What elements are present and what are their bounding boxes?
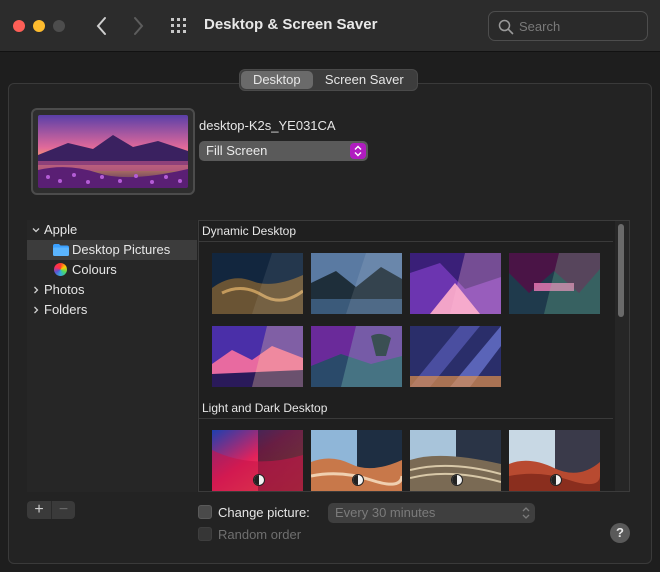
title-bar: Desktop & Screen Saver	[0, 0, 660, 52]
sidebar-item-label: Folders	[44, 302, 88, 317]
random-order-label: Random order	[218, 527, 302, 542]
wallpaper-thumbnail[interactable]	[509, 253, 600, 314]
chevron-right-icon[interactable]	[32, 286, 40, 294]
sidebar-item-label: Colours	[72, 262, 117, 277]
chevron-right-icon[interactable]	[32, 306, 40, 314]
wallpaper-thumbnail[interactable]	[311, 326, 402, 387]
scrollbar-thumb[interactable]	[618, 224, 624, 317]
tab-desktop[interactable]: Desktop	[241, 71, 313, 89]
sidebar-item-apple[interactable]: Apple	[27, 220, 197, 240]
search-input[interactable]	[519, 17, 639, 35]
close-window-button[interactable]	[13, 20, 25, 32]
wallpaper-thumbnail[interactable]	[410, 326, 501, 387]
back-button[interactable]	[90, 14, 114, 38]
change-picture-label: Change picture:	[218, 505, 310, 520]
section-title-light-dark-desktop: Light and Dark Desktop	[202, 401, 328, 415]
tab-switcher: Desktop Screen Saver	[239, 69, 418, 91]
search-field[interactable]	[488, 11, 648, 41]
source-sidebar: Apple Desktop Pictures Colours Photos Fo…	[27, 220, 197, 492]
wallpaper-thumbnail[interactable]	[311, 253, 402, 314]
wallpaper-grid: Dynamic Desktop Light and Dark Desktop	[198, 220, 630, 492]
up-down-arrows-icon	[350, 143, 366, 159]
wallpaper-thumbnail[interactable]	[311, 430, 402, 491]
light-dark-icon	[352, 474, 364, 486]
wallpaper-thumbnail[interactable]	[509, 430, 600, 491]
change-picture-checkbox[interactable]	[198, 505, 212, 519]
forward-button[interactable]	[126, 14, 150, 38]
sidebar-item-label: Photos	[44, 282, 85, 297]
minimize-window-button[interactable]	[33, 20, 45, 32]
section-divider	[199, 241, 613, 242]
chevron-down-icon[interactable]	[32, 226, 40, 234]
sidebar-item-folders[interactable]: Folders	[27, 300, 197, 320]
fit-mode-popup[interactable]: Fill Screen	[199, 141, 368, 161]
light-dark-icon	[550, 474, 562, 486]
add-remove-control: + −	[27, 501, 75, 519]
section-title-dynamic-desktop: Dynamic Desktop	[202, 224, 297, 238]
light-dark-icon	[451, 474, 463, 486]
show-all-button[interactable]	[170, 17, 190, 35]
tab-screen-saver[interactable]: Screen Saver	[313, 71, 416, 89]
wallpaper-thumbnail[interactable]	[212, 253, 303, 314]
section-divider	[199, 418, 613, 419]
random-order-checkbox[interactable]	[198, 527, 212, 541]
zoom-window-button[interactable]	[53, 20, 65, 32]
remove-folder-button[interactable]: −	[51, 501, 75, 519]
up-down-arrows-icon	[522, 507, 530, 519]
change-interval-popup[interactable]: Every 30 minutes	[328, 503, 535, 523]
wallpaper-thumbnail[interactable]	[212, 430, 303, 491]
folder-icon	[53, 244, 69, 256]
change-interval-value: Every 30 minutes	[335, 505, 436, 520]
colour-wheel-icon	[54, 263, 67, 276]
search-icon	[498, 19, 514, 35]
sidebar-item-label: Apple	[44, 222, 78, 237]
wallpaper-file-name: desktop-K2s_YE031CA	[199, 118, 336, 133]
vertical-scrollbar[interactable]	[615, 221, 629, 491]
wallpaper-thumbnail[interactable]	[410, 253, 501, 314]
add-folder-button[interactable]: +	[27, 501, 51, 519]
current-wallpaper-preview	[31, 108, 195, 195]
window-title: Desktop & Screen Saver	[204, 16, 378, 33]
sidebar-item-photos[interactable]: Photos	[27, 280, 197, 300]
sidebar-item-label: Desktop Pictures	[72, 242, 171, 257]
sidebar-item-colours[interactable]: Colours	[27, 260, 197, 280]
fit-mode-value: Fill Screen	[206, 143, 268, 158]
light-dark-icon	[253, 474, 265, 486]
chevron-right-icon	[134, 17, 144, 35]
grid-icon	[171, 18, 186, 33]
wallpaper-preview-image	[38, 115, 188, 188]
wallpaper-thumbnail[interactable]	[410, 430, 501, 491]
chevron-left-icon	[96, 17, 106, 35]
sidebar-item-desktop-pictures[interactable]: Desktop Pictures	[27, 240, 197, 260]
wallpaper-thumbnail[interactable]	[212, 326, 303, 387]
help-button[interactable]: ?	[610, 523, 630, 543]
